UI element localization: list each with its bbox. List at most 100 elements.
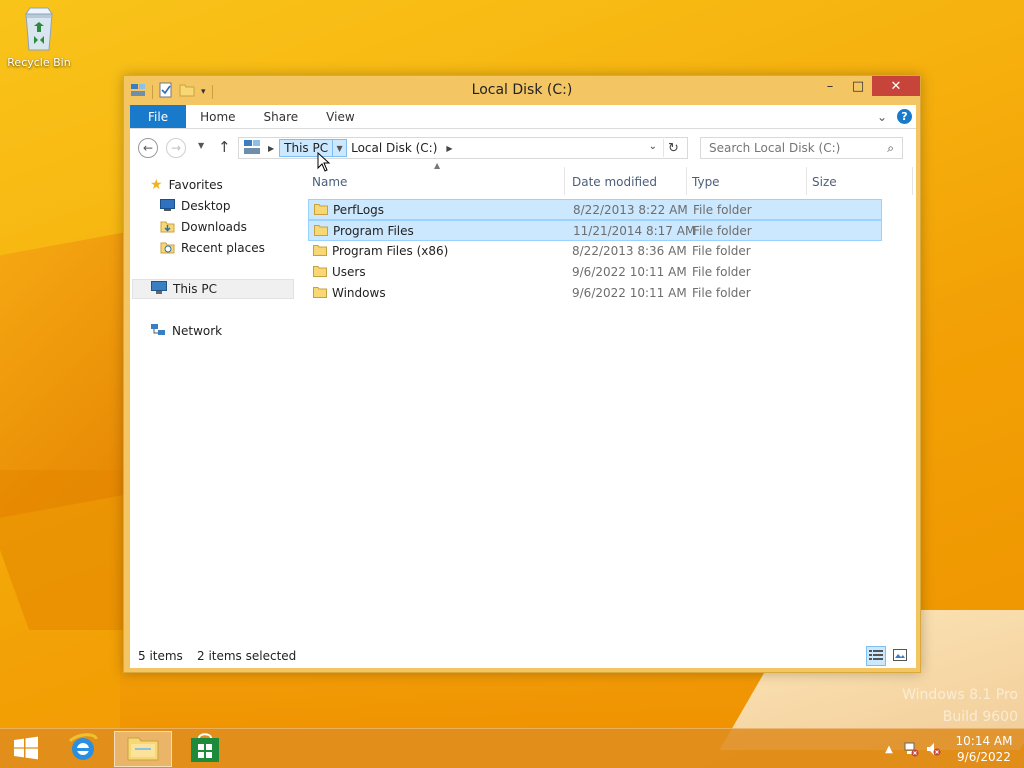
network-icon: [150, 323, 166, 340]
up-button[interactable]: ↑: [218, 138, 231, 156]
file-name: Program Files: [333, 224, 414, 238]
sort-ascending-icon: ▲: [434, 161, 441, 170]
desktop-icon-recycle-bin[interactable]: Recycle Bin: [6, 6, 72, 69]
window-title: Local Disk (C:): [471, 82, 573, 98]
folder-icon: [314, 203, 328, 215]
file-date: 8/22/2013 8:22 AM: [573, 203, 688, 217]
chevron-right-icon[interactable]: ▶: [446, 144, 452, 153]
column-divider[interactable]: [912, 167, 913, 195]
store-icon: [190, 732, 220, 766]
file-name: Program Files (x86): [332, 244, 449, 258]
start-button[interactable]: [4, 731, 48, 767]
maximize-button[interactable]: □: [844, 76, 872, 96]
column-header-name[interactable]: Name: [312, 171, 347, 193]
chevron-down-icon[interactable]: ⌄: [877, 110, 887, 124]
chevron-down-icon[interactable]: ⌄: [649, 141, 657, 152]
search-box[interactable]: ⌕: [700, 137, 903, 159]
folder-icon: [313, 265, 327, 277]
address-bar[interactable]: ▶ This PC ▼ Local Disk (C:) ▶ ⌄ ↻: [238, 137, 688, 159]
nav-label: Favorites: [168, 178, 223, 192]
network-status-icon[interactable]: [900, 737, 922, 761]
os-watermark: Windows 8.1 Pro Build 9600: [902, 684, 1018, 728]
watermark-build: Build 9600: [942, 709, 1018, 725]
title-bar[interactable]: ▾ Local Disk (C:) – □ ✕: [124, 76, 920, 104]
column-divider[interactable]: [686, 167, 687, 195]
tab-share[interactable]: Share: [250, 105, 313, 128]
forward-button[interactable]: →: [166, 138, 186, 158]
minimize-button[interactable]: –: [816, 76, 844, 96]
clock[interactable]: 10:14 AM 9/6/2022: [944, 733, 1024, 765]
column-header-type[interactable]: Type: [692, 171, 720, 193]
column-divider[interactable]: [806, 167, 807, 195]
desktop-icon: [160, 198, 175, 214]
file-type: File folder: [692, 286, 751, 300]
watermark-edition: Windows 8.1 Pro: [902, 687, 1018, 703]
system-tray: ▲ 10:14 AM 9/6/2022: [878, 729, 1024, 768]
nav-item-network[interactable]: Network: [150, 321, 222, 341]
volume-muted-icon[interactable]: [922, 737, 944, 761]
selection-count: 2 items selected: [197, 649, 297, 663]
file-row-users[interactable]: Users 9/6/2022 10:11 AM File folder: [308, 262, 882, 283]
address-row: ← → ▼ ↑ ▶ This PC ▼ Local Disk (C:) ▶ ⌄ …: [130, 134, 916, 162]
file-date: 11/21/2014 8:17 AM: [573, 224, 696, 238]
file-name: PerfLogs: [333, 203, 385, 217]
file-date: 8/22/2013 8:36 AM: [572, 244, 687, 258]
details-view-icon: [869, 649, 883, 664]
chevron-right-icon[interactable]: ▶: [268, 144, 274, 153]
nav-item-downloads[interactable]: Downloads: [160, 217, 247, 237]
nav-item-desktop[interactable]: Desktop: [160, 196, 231, 216]
back-button[interactable]: ←: [138, 138, 158, 158]
file-name: Windows: [332, 286, 386, 300]
arrow-left-icon: ←: [142, 141, 154, 155]
details-view-button[interactable]: [866, 646, 886, 666]
refresh-button[interactable]: ↻: [663, 139, 683, 157]
nav-label: Downloads: [181, 220, 247, 234]
this-pc-icon: [243, 139, 263, 157]
tab-home[interactable]: Home: [186, 105, 249, 128]
file-date: 9/6/2022 10:11 AM: [572, 265, 687, 279]
clock-date: 9/6/2022: [957, 750, 1011, 764]
mouse-cursor-icon: [317, 151, 331, 172]
large-icons-view-button[interactable]: [890, 646, 910, 666]
file-type: File folder: [692, 244, 751, 258]
column-header-date[interactable]: Date modified: [572, 171, 657, 193]
nav-label: Network: [172, 324, 223, 338]
taskbar-file-explorer[interactable]: [114, 731, 172, 767]
recent-locations-button[interactable]: ▼: [198, 141, 204, 150]
arrow-right-icon: →: [170, 141, 182, 155]
taskbar-internet-explorer[interactable]: [58, 731, 108, 767]
file-row-program-files-x86[interactable]: Program Files (x86) 8/22/2013 8:36 AM Fi…: [308, 241, 882, 262]
internet-explorer-icon: [66, 731, 100, 768]
breadcrumb-local-disk[interactable]: Local Disk (C:): [347, 139, 441, 157]
nav-label: Recent places: [181, 241, 265, 255]
help-icon[interactable]: ?: [897, 109, 912, 124]
taskbar: ▲ 10:14 AM 9/6/2022: [0, 728, 1024, 768]
item-count: 5 items: [138, 649, 183, 663]
downloads-icon: [160, 219, 175, 236]
file-row-program-files[interactable]: Program Files 11/21/2014 8:17 AM File fo…: [308, 220, 882, 241]
explorer-window: ▾ Local Disk (C:) – □ ✕ File Home Share …: [123, 75, 921, 673]
search-input[interactable]: [709, 141, 879, 155]
recycle-bin-icon: [22, 6, 56, 52]
file-row-windows[interactable]: Windows 9/6/2022 10:11 AM File folder: [308, 283, 882, 304]
column-header-size[interactable]: Size: [812, 171, 837, 193]
column-divider[interactable]: [564, 167, 565, 195]
large-icons-view-icon: [893, 648, 907, 664]
tab-view[interactable]: View: [312, 105, 368, 128]
taskbar-store[interactable]: [176, 731, 234, 767]
file-row-perflogs[interactable]: PerfLogs 8/22/2013 8:22 AM File folder: [308, 199, 882, 220]
this-pc-icon: [151, 280, 167, 298]
folder-icon: [313, 286, 327, 298]
clock-time: 10:14 AM: [955, 734, 1013, 748]
nav-item-recent-places[interactable]: Recent places: [160, 238, 265, 258]
close-button[interactable]: ✕: [872, 76, 920, 96]
file-date: 9/6/2022 10:11 AM: [572, 286, 687, 300]
nav-item-this-pc[interactable]: This PC: [132, 279, 294, 299]
navigation-pane: ★ Favorites Desktop Downloads Recent pla…: [130, 175, 298, 655]
nav-item-favorites[interactable]: ★ Favorites: [150, 175, 223, 195]
show-hidden-icons-button[interactable]: ▲: [878, 737, 900, 761]
star-icon: ★: [150, 177, 163, 193]
tab-file[interactable]: File: [130, 105, 187, 128]
breadcrumb-dropdown[interactable]: ▼: [333, 139, 348, 157]
search-icon[interactable]: ⌕: [887, 141, 894, 156]
